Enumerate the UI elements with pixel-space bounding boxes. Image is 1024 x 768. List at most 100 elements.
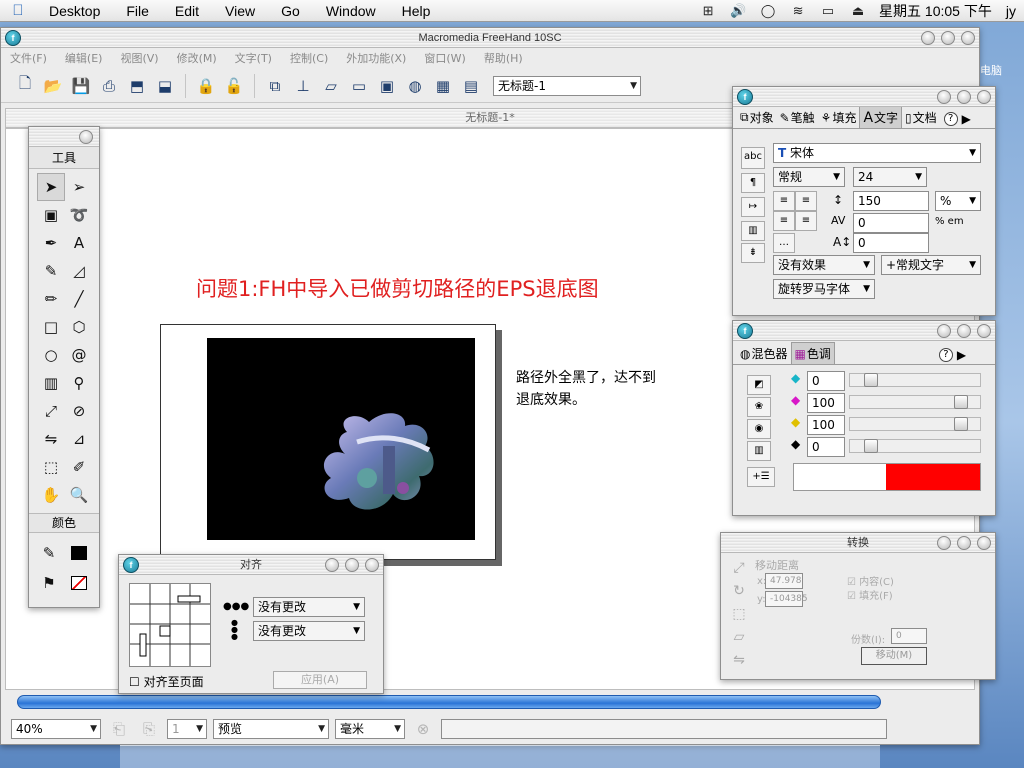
close-button[interactable] [977, 536, 991, 550]
horizontal-scrollbar[interactable] [17, 695, 881, 709]
display-icon[interactable]: ▭ [813, 3, 843, 19]
more-options-button[interactable]: … [773, 233, 795, 253]
hand-tool-icon[interactable]: ✋ [37, 481, 65, 509]
mixer-titlebar[interactable]: f [733, 321, 995, 341]
font-style-select[interactable]: 常规 ▼ [773, 167, 845, 187]
chat-icon[interactable]: ◯ [753, 3, 783, 19]
zoom-button[interactable] [957, 324, 971, 338]
inspector-titlebar[interactable]: f [733, 87, 995, 107]
page-tool-icon[interactable]: ▣ [37, 201, 65, 229]
app-menu-window[interactable]: 窗口(W) [415, 50, 474, 66]
menu-window[interactable]: Window [313, 3, 389, 19]
lasso-tool-icon[interactable]: ➰ [65, 201, 93, 229]
tab-text[interactable]: A 文字 [859, 106, 903, 128]
close-button[interactable] [977, 90, 991, 104]
text-style-select[interactable]: +常规文字 ▼ [881, 255, 981, 275]
leading-input[interactable]: 150 [853, 191, 929, 211]
zoom-button[interactable] [957, 90, 971, 104]
align-titlebar[interactable]: f 对齐 [119, 555, 383, 575]
minimize-button[interactable] [937, 324, 951, 338]
panel-menu-arrow-icon[interactable]: ▶ [962, 112, 971, 126]
menubar-clock[interactable]: 星期五 10:05 下午 [873, 1, 1002, 21]
align-to-page-checkbox[interactable]: ☐ 对齐至页面 [129, 673, 204, 690]
rectangle-tool-icon[interactable]: □ [37, 313, 65, 341]
move-mode-icon[interactable]: ⤢ [727, 557, 751, 580]
close-button[interactable] [365, 558, 379, 572]
library-icon[interactable]: ▭ [347, 74, 371, 98]
menu-go[interactable]: Go [268, 3, 313, 19]
fill-checkbox[interactable]: ☑ 填充(F) [847, 587, 893, 602]
skew-tool-icon[interactable]: ⊿ [65, 425, 93, 453]
lock-icon[interactable]: 🔒 [194, 74, 218, 98]
font-select[interactable]: T 宋体 ▼ [773, 143, 981, 163]
adjust-columns-button[interactable]: ⇟ [741, 243, 765, 263]
rotate-mode-icon[interactable]: ↻ [727, 580, 751, 603]
skew-mode-icon[interactable]: ▱ [727, 626, 751, 649]
ellipse-tool-icon[interactable]: ○ [37, 341, 65, 369]
help-icon[interactable]: ? [938, 348, 953, 362]
vertical-align-select[interactable]: 没有更改 ▼ [253, 621, 365, 641]
app-menu-xtras[interactable]: 外加功能(X) [337, 50, 415, 66]
import-icon[interactable]: ⬒ [125, 74, 149, 98]
copies-input[interactable]: 0 [891, 628, 927, 644]
spiral-tool-icon[interactable]: @ [65, 341, 93, 369]
menubar-user[interactable]: jy [1002, 3, 1024, 19]
color-preview[interactable] [793, 463, 981, 491]
page-select[interactable]: 1 ▼ [167, 719, 207, 739]
black-slider-thumb[interactable] [864, 439, 878, 453]
magenta-slider[interactable] [849, 395, 981, 409]
close-button[interactable] [961, 31, 975, 45]
character-button[interactable]: abc [741, 147, 765, 169]
zoom-button[interactable] [941, 31, 955, 45]
transform-icon[interactable]: ⧉ [263, 74, 287, 98]
align-preview-grid[interactable] [129, 583, 211, 667]
cyan-slider-thumb[interactable] [864, 373, 878, 387]
app-menu-text[interactable]: 文字(T) [226, 50, 281, 66]
pointer-tool-icon[interactable]: ➤ [37, 173, 65, 201]
page-frame[interactable] [160, 324, 496, 560]
spacing-button[interactable]: ↦ [741, 197, 765, 217]
move-button[interactable]: 移动(M) [861, 647, 927, 665]
current-color-swatch[interactable] [886, 464, 980, 490]
align-left-button[interactable]: ≡ [773, 191, 795, 211]
trace-tool-icon[interactable]: ⬚ [37, 453, 65, 481]
bezigon-tool-icon[interactable]: ◿ [65, 257, 93, 285]
no-color-swatch[interactable] [67, 569, 91, 597]
zoom-button[interactable] [345, 558, 359, 572]
zoom-tool-icon[interactable]: 🔍 [65, 481, 93, 509]
move-y-input[interactable]: -104385 [765, 591, 808, 607]
swatches-icon[interactable]: ◍ [403, 74, 427, 98]
text-tool-icon[interactable]: A [65, 229, 93, 257]
new-document-icon[interactable]: 🗋 [13, 74, 37, 98]
unit-select[interactable]: 毫米 ▼ [335, 719, 405, 739]
export-icon[interactable]: ⬓ [153, 74, 177, 98]
tab-stroke[interactable]: ✎ 笔触 [777, 107, 818, 128]
apply-button[interactable]: 应用(A) [273, 671, 367, 689]
subselect-tool-icon[interactable]: ➢ [65, 173, 93, 201]
next-page-icon[interactable]: ⎘ [137, 717, 161, 741]
baseline-shift-input[interactable]: 0 [853, 233, 929, 253]
styles-icon[interactable]: ▣ [375, 74, 399, 98]
minimize-button[interactable] [937, 536, 951, 550]
freeform-tool-icon[interactable]: ✐ [65, 453, 93, 481]
pen-tool-icon[interactable]: ✎ [37, 257, 65, 285]
eps-black-background[interactable] [207, 338, 475, 540]
magenta-input[interactable]: 100 [807, 393, 845, 413]
document-select[interactable]: 无标题-1 ▼ [493, 75, 641, 96]
save-icon[interactable]: 💾 [69, 74, 93, 98]
zoom-select[interactable]: 40% ▼ [11, 719, 101, 739]
scale-tool-icon[interactable]: ⤢ [37, 397, 65, 425]
app-menu-help[interactable]: 帮助(H) [475, 50, 532, 66]
zoom-button[interactable] [957, 536, 971, 550]
chart-tool-icon[interactable]: ▥ [37, 369, 65, 397]
app-menu-view[interactable]: 视图(V) [111, 50, 167, 66]
unlock-icon[interactable]: 🔓 [222, 74, 246, 98]
align-right-button[interactable]: ≡ [773, 211, 795, 231]
tab-tints[interactable]: ▦ 色调 [790, 342, 835, 364]
columns-button[interactable]: ▥ [741, 221, 765, 241]
align-center-button[interactable]: ≡ [795, 191, 817, 211]
yellow-slider[interactable] [849, 417, 981, 431]
inspector-icon[interactable]: ▤ [459, 74, 483, 98]
align-icon[interactable]: ⊥ [291, 74, 315, 98]
minimize-button[interactable] [921, 31, 935, 45]
